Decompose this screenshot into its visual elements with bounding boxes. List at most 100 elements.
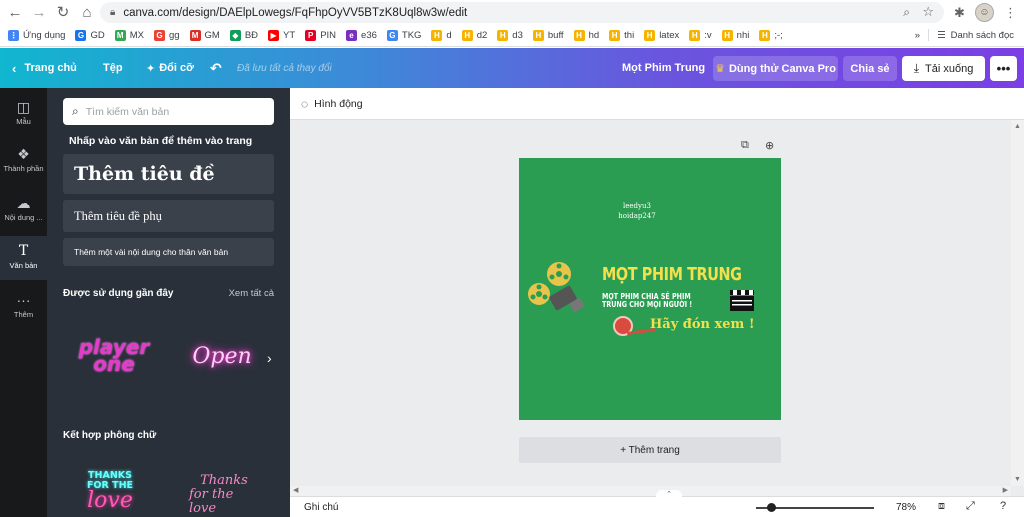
font-combos-title: Kết hợp phông chữ — [63, 430, 157, 441]
recent-style-player-one[interactable]: player one — [69, 331, 159, 381]
home-icon[interactable]: ⌂ — [76, 1, 98, 23]
bookmark-item[interactable]: Hd2 — [461, 30, 487, 41]
font-combo-thanks-neon[interactable]: THANKS FOR THE love — [75, 466, 145, 516]
chevron-right-icon[interactable]: › — [267, 350, 272, 366]
animate-button[interactable]: Hình động — [314, 98, 362, 110]
scroll-left-icon[interactable]: ◀ — [293, 486, 298, 494]
duplicate-page-icon[interactable]: ⧉ — [741, 139, 749, 152]
bookmark-item[interactable]: G TKG — [386, 30, 421, 41]
bookmark-item[interactable]: Hhd — [573, 30, 599, 41]
home-button[interactable]: ‹ Trang chủ — [12, 48, 77, 88]
bookmark-favicon-icon: H — [609, 30, 621, 41]
bookmarks-overflow-button[interactable]: » — [915, 30, 920, 41]
page-count-icon[interactable]: ⧈ — [938, 500, 945, 513]
rail-item-templates[interactable]: ◫ Mẫu — [0, 98, 47, 138]
notes-button[interactable]: Ghi chú — [304, 502, 338, 513]
bookmark-item[interactable]: H ;-; — [759, 30, 783, 41]
zoom-search-icon[interactable]: ⌕ — [903, 5, 910, 20]
share-button[interactable]: Chia sẻ — [843, 56, 897, 81]
rail-item-elements[interactable]: ❖ Thành phần — [0, 145, 47, 185]
zoom-slider[interactable] — [756, 503, 874, 512]
address-bar[interactable]: 🔒︎ canva.com/design/DAElpLowegs/FqFhpOyV… — [100, 2, 944, 23]
rail-item-more[interactable]: ··· Thêm — [0, 291, 47, 331]
add-page-icon[interactable]: ⊕ — [765, 139, 774, 152]
shapes-icon: ❖ — [17, 146, 30, 162]
recent-style-open[interactable]: Open — [187, 336, 257, 376]
bookmark-item[interactable]: M GM — [189, 30, 220, 41]
text-icon: T — [18, 243, 29, 259]
lock-icon: 🔒︎ — [110, 7, 116, 18]
save-status: Đã lưu tất cả thay đổi — [237, 62, 332, 74]
bookmark-item[interactable]: H:v — [689, 30, 712, 41]
design-title[interactable]: Mọt Phim Trung — [622, 48, 705, 88]
bookmark-item[interactable]: P PIN — [305, 30, 336, 41]
bookmark-item[interactable]: Ggg — [153, 30, 180, 41]
download-button[interactable]: ⤓ Tải xuống — [902, 56, 985, 81]
bookmark-label: ;-; — [774, 30, 783, 41]
undo-button[interactable]: ↶ — [210, 48, 222, 88]
rail-item-text[interactable]: T Văn bản — [0, 236, 47, 280]
resize-button[interactable]: ✦ Đổi cỡ — [146, 48, 194, 88]
scroll-up-icon[interactable]: ▲ — [1014, 123, 1021, 130]
bookmark-favicon-icon: H — [431, 30, 443, 41]
design-welcome-text[interactable]: Hãy đón xem ! — [650, 317, 755, 332]
bookmark-item[interactable]: e e36 — [346, 30, 377, 41]
bookmark-item[interactable]: Hthi — [609, 30, 634, 41]
recent-section-title: Được sử dụng gần đây — [63, 288, 174, 299]
add-subheading-button[interactable]: Thêm tiêu đề phụ — [63, 200, 274, 232]
see-all-link[interactable]: Xem tất cả — [229, 288, 274, 299]
bookmark-item[interactable]: Hnhi — [721, 30, 749, 41]
add-body-text-button[interactable]: Thêm một vài nội dung cho thân văn bản — [63, 238, 274, 266]
bookmark-item[interactable]: Hd3 — [497, 30, 523, 41]
forward-icon[interactable]: → — [28, 1, 50, 23]
add-page-button[interactable]: + Thêm trang — [519, 437, 781, 463]
font-combo-thanks-script[interactable]: Thanks for the love — [189, 472, 259, 517]
bookmarks-bar: ⋮ Ứng dụng G GD M MX Ggg M GM ◆ BĐ ▶ YT P PIN e e36 G TKG H… — [0, 25, 1024, 47]
bookmark-star-icon[interactable]: ☆ — [922, 4, 934, 20]
back-icon[interactable]: ← — [4, 1, 26, 23]
chevron-up-icon[interactable]: ⌃ — [656, 490, 682, 500]
bookmark-item[interactable]: ◆ BĐ — [229, 30, 258, 41]
horizontal-scrollbar[interactable]: ◀ ▶ — [290, 486, 1011, 496]
bookmark-favicon-icon: G — [386, 30, 398, 41]
vertical-scrollbar[interactable]: ▲ ▼ — [1011, 120, 1024, 486]
design-subtitle-text[interactable]: MỌT PHIM CHIA SẺ PHIM TRUNG CHO MỌI NGƯỜ… — [602, 293, 704, 309]
bookmark-label: latex — [659, 30, 680, 41]
design-watermark: leedyu3 hoidap247 — [618, 202, 656, 220]
panel-hint: Nhấp vào văn bản để thêm vào trang — [69, 135, 253, 147]
reload-icon[interactable]: ↻ — [52, 1, 74, 23]
reading-list-button[interactable]: Danh sách đọc — [951, 30, 1014, 41]
bookmark-favicon-icon: ◆ — [229, 30, 241, 41]
canvas-workspace: ◌ Hình động ⧉ ⊕ leedyu3 hoidap247 MỌT PH… — [290, 88, 1024, 517]
design-title-text[interactable]: MỌT PHIM TRUNG — [602, 264, 742, 285]
rail-item-uploads[interactable]: ☁ Nội dung ... — [0, 194, 47, 234]
bookmark-item[interactable]: G GD — [75, 30, 105, 41]
browser-menu-icon[interactable]: ⋮ — [1001, 3, 1020, 22]
profile-avatar[interactable]: ☺ — [975, 3, 994, 22]
try-pro-button[interactable]: ♛ Dùng thử Canva Pro — [713, 56, 838, 81]
file-menu-button[interactable]: Tệp — [103, 48, 123, 88]
zoom-level[interactable]: 78% — [896, 502, 916, 513]
bookmark-item[interactable]: ⋮ Ứng dụng — [8, 30, 65, 41]
scroll-right-icon[interactable]: ▶ — [1003, 486, 1008, 494]
animate-bar: ◌ Hình động — [290, 88, 1024, 120]
bookmark-item[interactable]: M MX — [114, 30, 144, 41]
bookmark-item[interactable]: ▶ YT — [268, 30, 295, 41]
bookmark-favicon-icon: H — [497, 30, 509, 41]
bookmark-item[interactable]: Hbuff — [532, 30, 564, 41]
help-icon[interactable]: ? — [1000, 500, 1006, 512]
scroll-down-icon[interactable]: ▼ — [1014, 476, 1021, 483]
bookmark-label: :v — [704, 30, 712, 41]
add-heading-button[interactable]: Thêm tiêu đề — [63, 154, 274, 194]
bookmark-label: MX — [129, 30, 144, 41]
extensions-icon[interactable]: ✱ — [950, 3, 969, 22]
text-search-box[interactable]: ⌕ — [63, 98, 274, 125]
bookmark-item[interactable]: Hd — [431, 30, 452, 41]
text-search-input[interactable] — [85, 105, 256, 118]
design-page[interactable]: leedyu3 hoidap247 MỌT PHIM TRUNG MỌT PHI… — [519, 158, 781, 420]
fullscreen-icon[interactable]: ⤢ — [966, 500, 975, 513]
more-options-button[interactable]: ••• — [990, 56, 1017, 81]
zoom-slider-handle[interactable] — [767, 503, 776, 512]
bookmark-favicon-icon: H — [721, 30, 733, 41]
bookmark-item[interactable]: Hlatex — [644, 30, 679, 41]
